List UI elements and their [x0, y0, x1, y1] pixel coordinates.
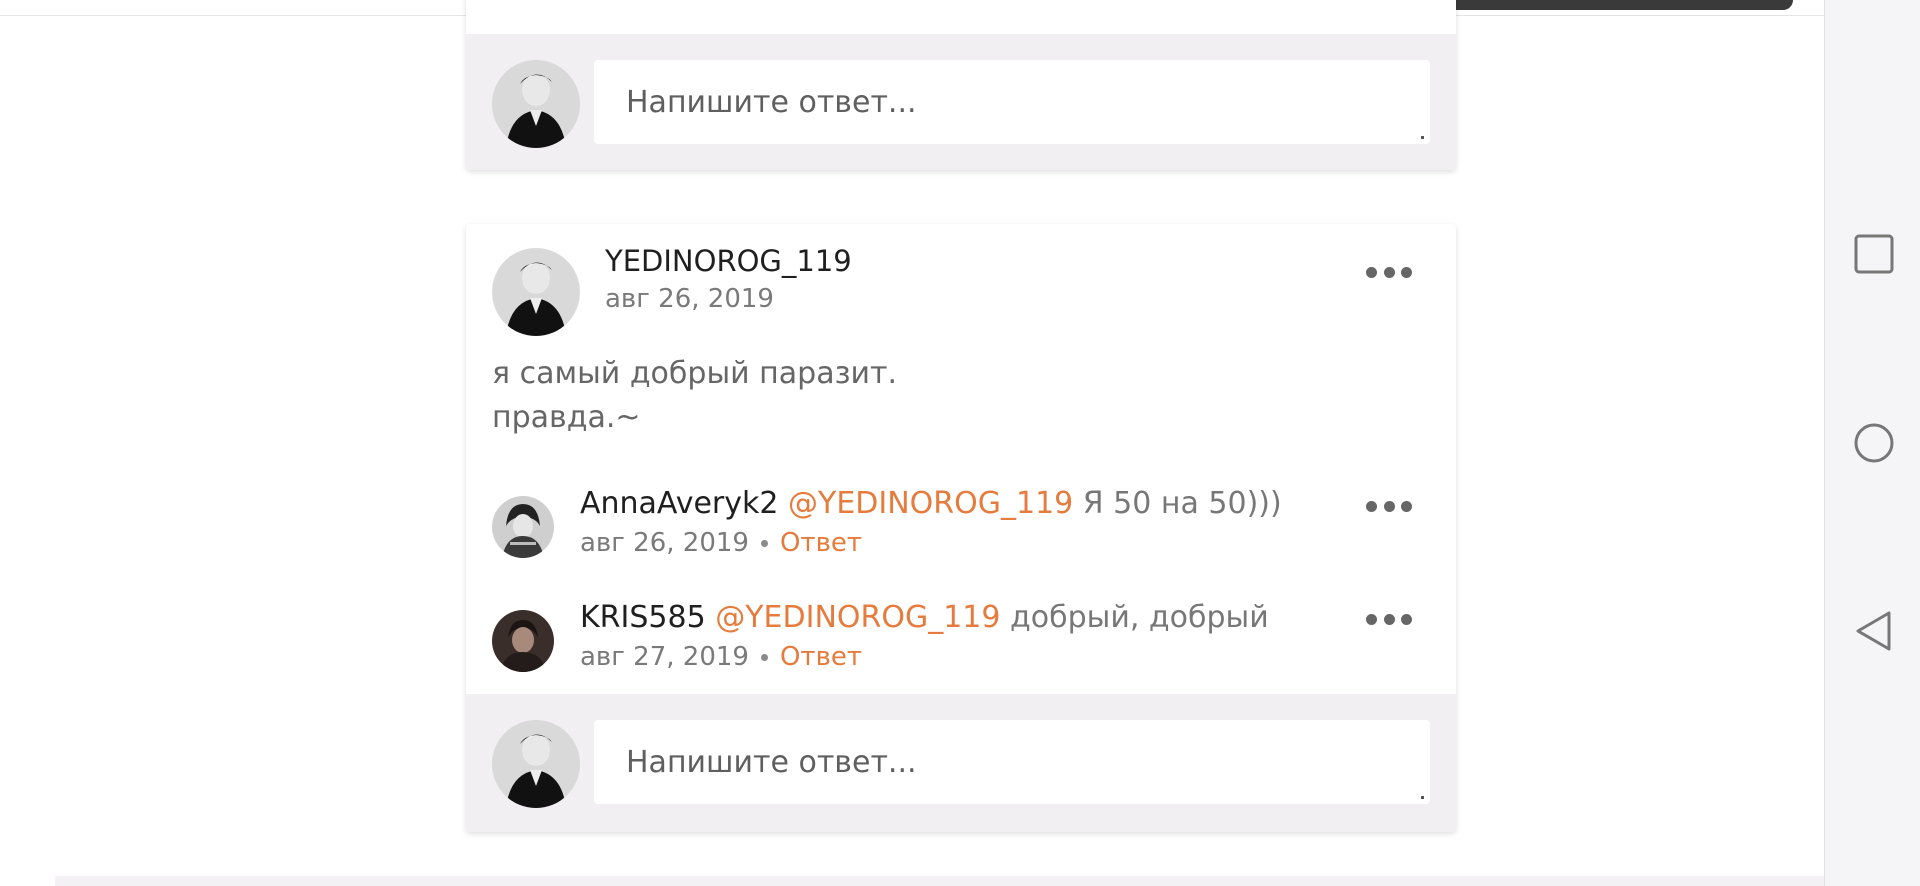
top-search-pill[interactable]	[1413, 0, 1793, 10]
reply-link[interactable]: Ответ	[780, 528, 862, 558]
comment-mention[interactable]: @YEDINOROG_119	[715, 600, 1000, 635]
post-text-line: я самый добрый паразит.	[492, 356, 898, 391]
reply-input[interactable]	[594, 720, 1430, 804]
comment-author-avatar[interactable]	[492, 496, 554, 558]
square-recents-icon[interactable]	[1853, 233, 1895, 275]
comment-meta: авг 27, 2019 Ответ	[580, 642, 862, 672]
current-user-avatar	[492, 720, 580, 808]
comment-date: авг 26, 2019	[580, 528, 749, 558]
comment-body: Я 50 на 50)))	[1073, 486, 1282, 521]
system-navigation-bar	[1824, 0, 1920, 886]
post-card: YEDINOROG_119 авг 26, 2019 я самый добры…	[466, 224, 1456, 832]
post-date: авг 26, 2019	[605, 284, 774, 314]
more-horizontal-icon[interactable]	[1366, 609, 1412, 629]
comment-date: авг 27, 2019	[580, 642, 749, 672]
separator-dot	[760, 654, 768, 661]
page-viewport: YEDINOROG_119 авг 26, 2019 я самый добры…	[0, 0, 1824, 886]
circle-home-icon[interactable]	[1853, 422, 1895, 464]
comment-text: KRIS585 @YEDINOROG_119 добрый, добрый	[580, 600, 1269, 635]
reply-input[interactable]	[594, 60, 1430, 144]
reply-link[interactable]: Ответ	[780, 642, 862, 672]
comment-text: AnnaAveryk2 @YEDINOROG_119 Я 50 на 50)))	[580, 486, 1282, 521]
post-author-name[interactable]: YEDINOROG_119	[605, 244, 852, 278]
separator-dot	[760, 540, 768, 547]
reply-bar	[466, 34, 1456, 170]
comment-body: добрый, добрый	[1000, 600, 1269, 635]
current-user-avatar	[492, 60, 580, 148]
comment-mention[interactable]: @YEDINOROG_119	[788, 486, 1073, 521]
more-horizontal-icon[interactable]	[1366, 262, 1412, 282]
comment-meta: авг 26, 2019 Ответ	[580, 528, 862, 558]
textarea-resize-handle[interactable]	[1421, 796, 1424, 799]
more-horizontal-icon[interactable]	[1366, 496, 1412, 516]
post-text-line: правда.~	[492, 400, 641, 435]
comment-author-avatar[interactable]	[492, 610, 554, 672]
post-body: я самый добрый паразит. правда.~	[492, 352, 897, 440]
post-author-avatar[interactable]	[492, 248, 580, 336]
previous-post-card	[466, 0, 1456, 170]
next-card-edge	[55, 876, 1824, 886]
comment-author-name[interactable]: KRIS585	[580, 600, 706, 635]
reply-bar	[466, 694, 1456, 832]
triangle-back-icon[interactable]	[1853, 610, 1895, 652]
comment-author-name[interactable]: AnnaAveryk2	[580, 486, 778, 521]
textarea-resize-handle[interactable]	[1421, 136, 1424, 139]
